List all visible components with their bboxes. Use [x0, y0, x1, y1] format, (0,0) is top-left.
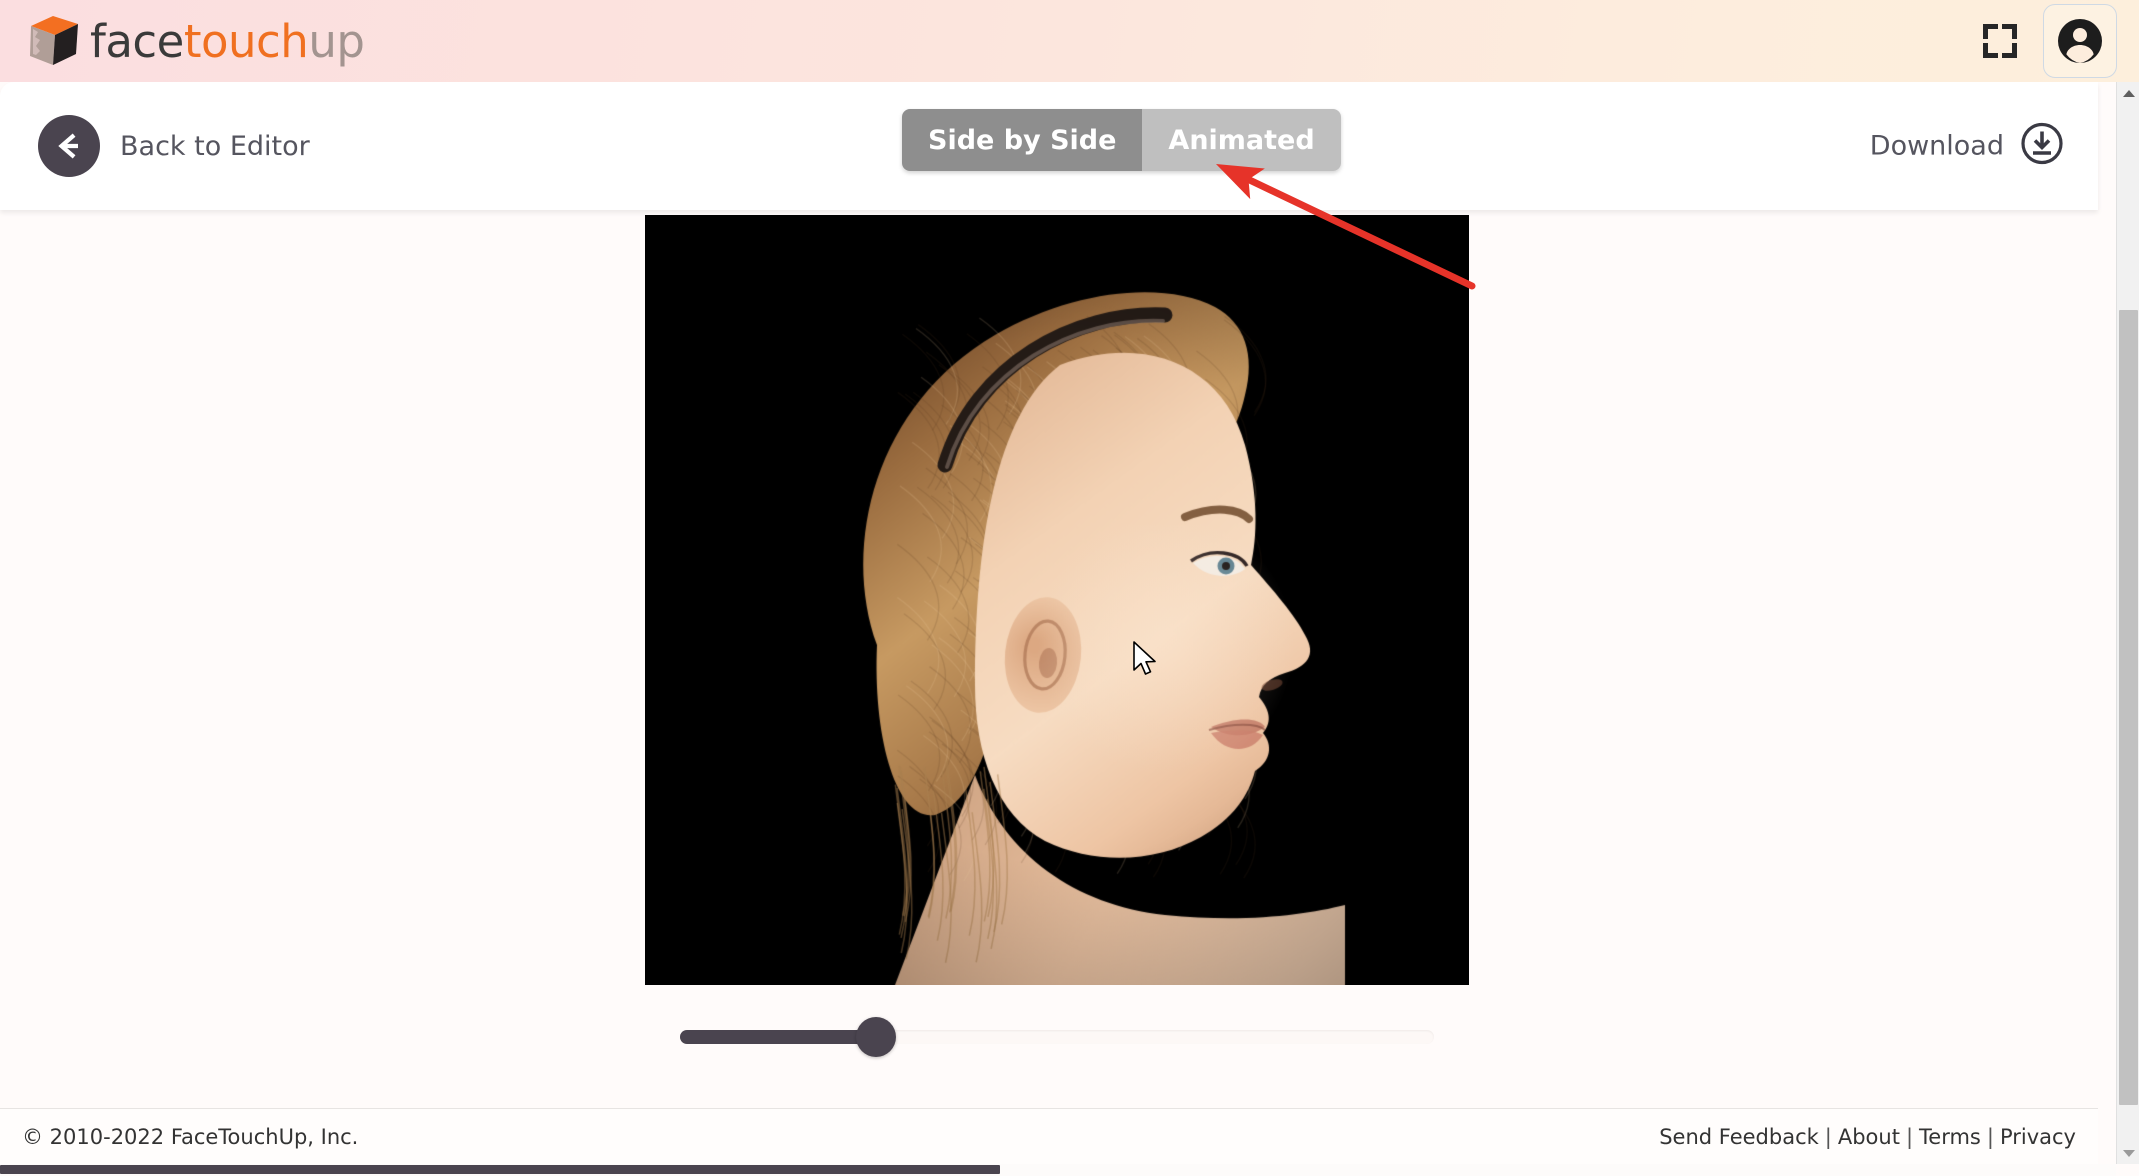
- viewer-toolbar: Back to Editor Side by Side Animated Dow…: [0, 82, 2098, 210]
- vertical-scrollbar-thumb[interactable]: [2119, 310, 2138, 1105]
- brand-touch: touch: [184, 15, 308, 68]
- footer-separator-1: |: [1825, 1125, 1832, 1149]
- fullscreen-corner-br: [2002, 43, 2017, 58]
- fullscreen-corner-bl: [1983, 43, 1998, 58]
- copyright-text: © 2010-2022 FaceTouchUp, Inc.: [22, 1125, 358, 1149]
- preview-photo: [645, 215, 1469, 985]
- account-button[interactable]: [2043, 4, 2117, 78]
- slider-thumb[interactable]: [856, 1017, 896, 1057]
- scroll-up-button[interactable]: [2117, 82, 2139, 104]
- chevron-up-icon: [2123, 90, 2135, 97]
- brand-wordmark: facetouchup: [90, 19, 364, 64]
- app-footer: © 2010-2022 FaceTouchUp, Inc. Send Feedb…: [0, 1108, 2098, 1164]
- footer-link-send-feedback[interactable]: Send Feedback: [1659, 1125, 1819, 1149]
- back-to-editor-label: Back to Editor: [120, 131, 310, 162]
- brand-up: up: [308, 15, 364, 68]
- scroll-down-button[interactable]: [2117, 1142, 2139, 1164]
- slider-fill: [680, 1030, 876, 1044]
- chevron-down-icon: [2123, 1150, 2135, 1157]
- fullscreen-icon[interactable]: [1977, 18, 2023, 64]
- footer-link-terms[interactable]: Terms: [1919, 1125, 1981, 1149]
- tab-side-by-side[interactable]: Side by Side: [902, 109, 1142, 171]
- app-root: facetouchup Back to Editor Side by Side …: [0, 0, 2139, 1176]
- header-actions: [1977, 4, 2117, 78]
- vertical-scrollbar[interactable]: [2116, 82, 2139, 1164]
- footer-links: Send Feedback | About | Terms | Privacy: [1659, 1125, 2076, 1149]
- footer-separator-2: |: [1906, 1125, 1913, 1149]
- horizontal-scrollbar-thumb[interactable]: [0, 1165, 1000, 1174]
- footer-link-privacy[interactable]: Privacy: [2000, 1125, 2076, 1149]
- app-header: facetouchup: [0, 0, 2139, 82]
- horizontal-scrollbar[interactable]: [0, 1164, 2116, 1176]
- view-mode-toggle: Side by Side Animated: [902, 109, 1341, 171]
- cube-logo-icon: [26, 13, 82, 69]
- viewer-main: [0, 210, 2098, 1152]
- portrait-image: [645, 215, 1469, 985]
- fullscreen-corner-tr: [2002, 24, 2017, 39]
- download-label: Download: [1870, 131, 2004, 162]
- footer-link-about[interactable]: About: [1838, 1125, 1900, 1149]
- footer-separator-3: |: [1987, 1125, 1994, 1149]
- download-circle-icon: [2020, 122, 2064, 171]
- tab-animated[interactable]: Animated: [1142, 109, 1340, 171]
- download-button[interactable]: Download: [1870, 122, 2064, 171]
- account-circle-icon: [2056, 17, 2104, 65]
- brand-logo[interactable]: facetouchup: [26, 13, 364, 69]
- brand-face: face: [90, 15, 184, 68]
- fullscreen-corner-tl: [1983, 24, 1998, 39]
- back-to-editor-button[interactable]: Back to Editor: [38, 115, 310, 177]
- arrow-left-icon: [38, 115, 100, 177]
- animation-slider[interactable]: [680, 1030, 1434, 1044]
